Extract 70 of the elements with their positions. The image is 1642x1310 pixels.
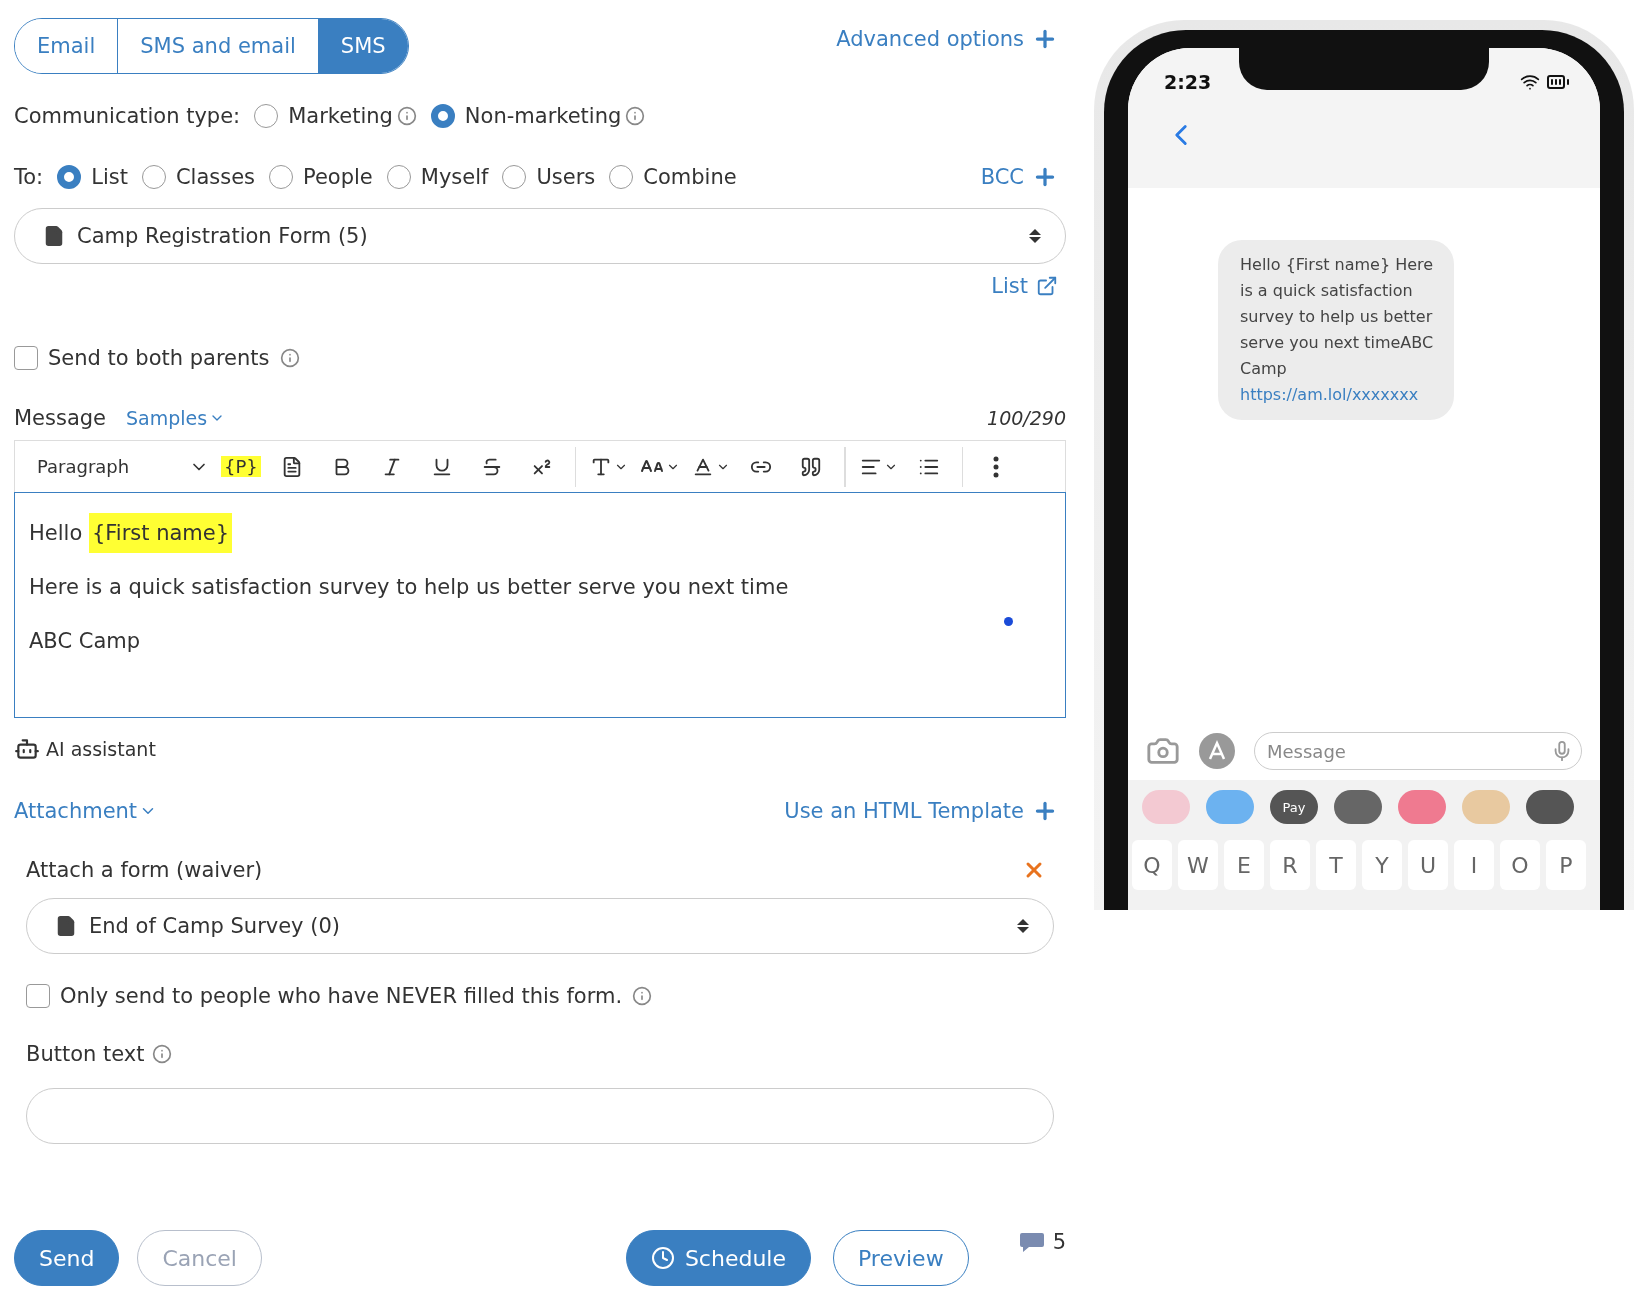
app-store-icon: [1198, 732, 1236, 770]
info-icon: [279, 348, 300, 368]
robot-icon: [14, 736, 40, 762]
recipient-radio[interactable]: Classes: [141, 165, 255, 189]
clock-time: 2:23: [1164, 71, 1212, 93]
app-icon[interactable]: Pay: [1270, 790, 1318, 824]
communication-type-label: Communication type:: [14, 104, 241, 128]
signature-text: ABC Camp: [29, 629, 141, 653]
keyboard-key[interactable]: W: [1178, 840, 1218, 890]
sms-bubble-icon: [1018, 1231, 1045, 1253]
greeting-text: Hello {First name}: [29, 513, 233, 553]
bcc-link[interactable]: BCC: [980, 164, 1058, 190]
message-label: Message: [14, 406, 107, 430]
button-text-label: Button text: [26, 1042, 145, 1066]
keyboard-key[interactable]: Y: [1362, 840, 1402, 890]
preview-button[interactable]: Preview: [833, 1230, 969, 1286]
quote-icon: [800, 455, 823, 478]
communication-type-radio[interactable]: Non-marketing: [430, 104, 622, 128]
info-icon: [625, 106, 646, 126]
recipient-radio[interactable]: Myself: [386, 165, 489, 189]
clock-icon: [650, 1246, 675, 1270]
recipient-radio[interactable]: Combine: [609, 165, 737, 189]
info-icon: [152, 1044, 173, 1064]
paragraph-dropdown[interactable]: Paragraph: [33, 446, 213, 487]
attachment-dropdown[interactable]: Attachment: [14, 799, 158, 823]
list-link[interactable]: List: [991, 274, 1058, 298]
message-bubble: Hello {First name} Here is a quick satisfaction survey to help us better serve you next timeABC Camp https://am.lol/xxxxxxx: [1218, 240, 1454, 420]
more-icon: [993, 455, 1000, 478]
external-link-icon: [1036, 275, 1058, 297]
document-icon: [43, 225, 65, 247]
wifi-icon: [1520, 72, 1540, 92]
character-counter: 100/290: [987, 407, 1066, 429]
recipient-radio[interactable]: List: [57, 165, 128, 189]
sms-count: 5: [1052, 1230, 1066, 1254]
keyboard-key[interactable]: E: [1224, 840, 1264, 890]
keyboard-key[interactable]: I: [1454, 840, 1494, 890]
info-icon: [632, 986, 653, 1006]
keyboard-key[interactable]: Q: [1132, 840, 1172, 890]
samples-dropdown[interactable]: Samples: [126, 407, 226, 429]
button-text-field[interactable]: [26, 1088, 1054, 1144]
app-icon[interactable]: [1334, 790, 1382, 824]
keyboard-key[interactable]: U: [1408, 840, 1448, 890]
cursor-dot: [1004, 617, 1013, 626]
sort-caret-icon: [1029, 229, 1041, 243]
communication-type-radio[interactable]: Marketing: [254, 104, 393, 128]
keyboard-key[interactable]: T: [1316, 840, 1356, 890]
survey-link[interactable]: https://am.lol/xxxxxxx: [1240, 382, 1436, 408]
recipient-radio[interactable]: People: [269, 165, 373, 189]
channel-tab[interactable]: Email: [15, 19, 119, 73]
attach-form-title: Attach a form (waiver): [26, 858, 263, 882]
app-icon[interactable]: [1526, 790, 1574, 824]
html-template-link[interactable]: Use an HTML Template: [784, 798, 1058, 824]
keyboard-key[interactable]: O: [1500, 840, 1540, 890]
to-label: To:: [14, 165, 44, 189]
schedule-button[interactable]: Schedule: [625, 1230, 811, 1286]
send-button[interactable]: Send: [14, 1230, 120, 1286]
send-to-both-parents-checkbox[interactable]: Send to both parents: [14, 346, 270, 370]
never-filled-checkbox[interactable]: Only send to people who have NEVER filled this form.: [26, 984, 623, 1008]
sort-caret-icon: [1017, 919, 1029, 933]
document-icon: [55, 915, 77, 937]
message-editor[interactable]: Hello {First name} Here is a quick satisfaction survey to help us better serve you next time ABC Camp: [14, 492, 1066, 718]
channel-tab[interactable]: SMS: [318, 19, 408, 73]
placeholder-button[interactable]: {P}: [217, 446, 265, 487]
info-icon: [396, 106, 417, 126]
recipient-radio[interactable]: Users: [502, 165, 596, 189]
keyboard-key[interactable]: R: [1270, 840, 1310, 890]
advanced-options-link[interactable]: Advanced options: [836, 26, 1058, 52]
body-text: Here is a quick satisfaction survey to help us better serve you next time: [29, 575, 789, 599]
ai-assistant-link[interactable]: AI assistant: [46, 738, 156, 760]
keyboard-key[interactable]: P: [1546, 840, 1586, 890]
